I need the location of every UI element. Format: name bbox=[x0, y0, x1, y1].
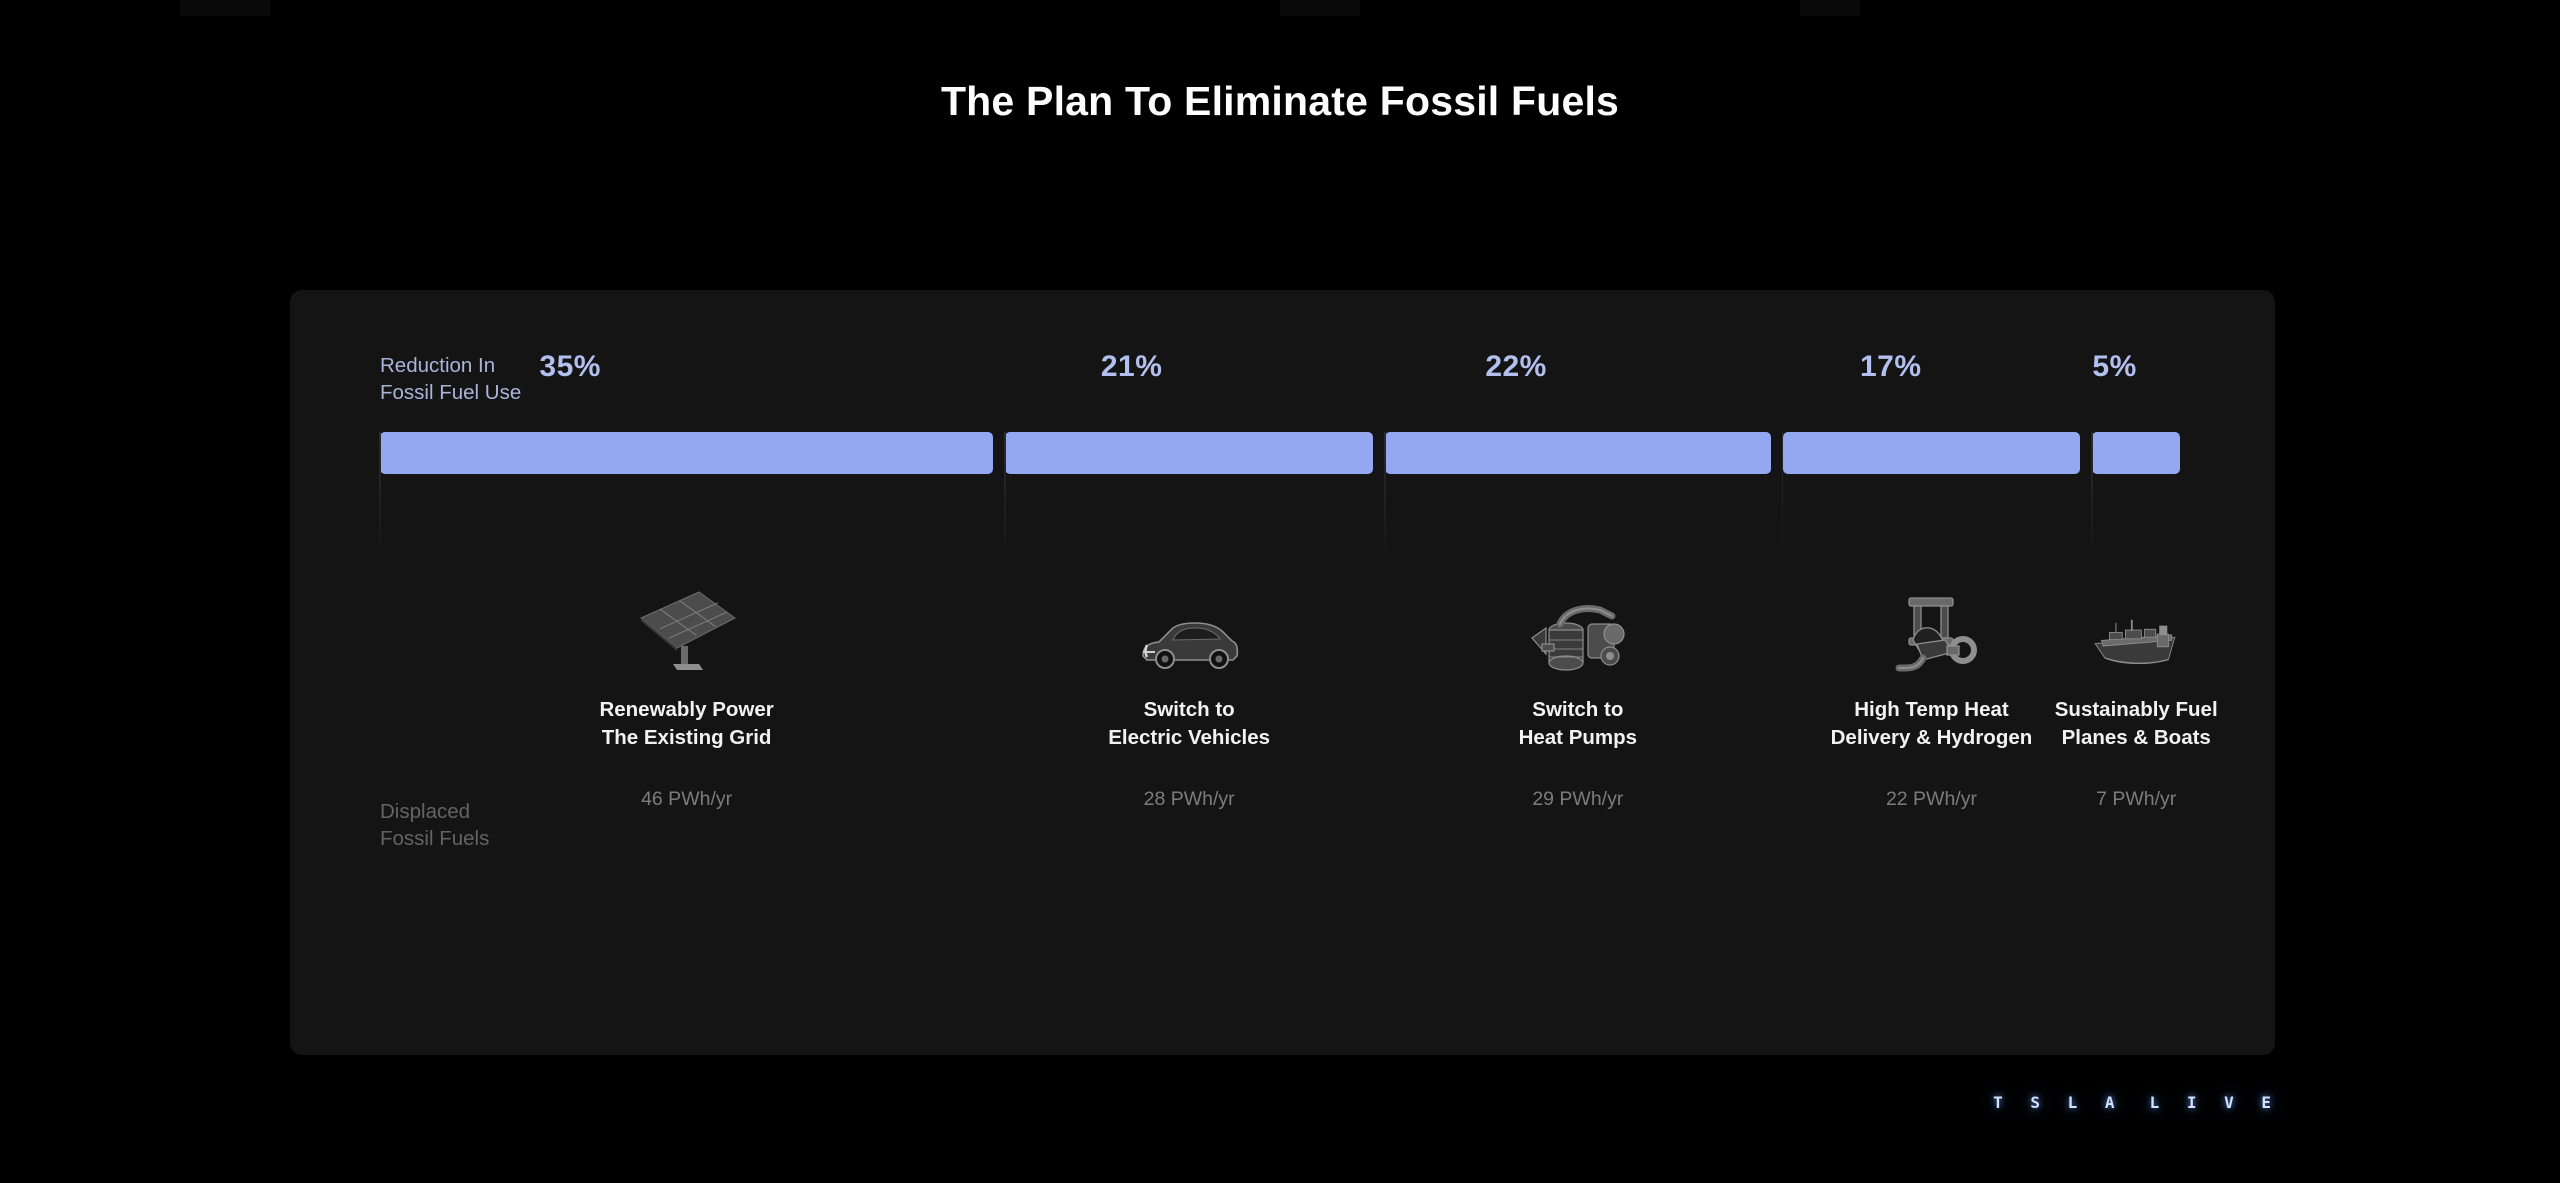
frame-artifact bbox=[180, 0, 270, 16]
tsla-wordmark: T S L A bbox=[1993, 1093, 2124, 1112]
segment-tick bbox=[379, 432, 381, 557]
segment-percent-label: 22% bbox=[1485, 350, 1547, 383]
page-title: The Plan To Eliminate Fossil Fuels bbox=[940, 78, 1620, 124]
solar-panel-icon bbox=[380, 578, 993, 674]
segment-tick bbox=[1384, 432, 1386, 557]
chart-segment: 17% High Temp Heat Delivery & Hydrogen 22… bbox=[1782, 290, 2081, 1055]
segment-energy-value: 7 PWh/yr bbox=[2096, 788, 2177, 810]
bar-chart-area: 35% Renewably Power The Existing Grid 46 … bbox=[379, 290, 2218, 1055]
chart-segment: 35% Renewably Power The Existing Grid 46 … bbox=[380, 290, 994, 1055]
segment-caption: Sustainably Fuel Planes & Boats bbox=[2054, 698, 2218, 749]
frame-artifact bbox=[1280, 0, 1360, 16]
chart-segment: 22% Switch to Heat Pumps 29 PWh/yr bbox=[1385, 290, 1771, 1055]
segment-bar bbox=[1782, 432, 2081, 474]
chart-segment: 21% Switch to Electric Vehicles 28 PWh/yr bbox=[1005, 290, 1374, 1055]
segment-caption: Renewably Power The Existing Grid bbox=[599, 698, 774, 749]
segment-bar bbox=[1385, 432, 1771, 474]
frame-artifact bbox=[1800, 0, 1860, 16]
segment-percent-label: 35% bbox=[539, 350, 601, 383]
chart-panel: Reduction In Fossil Fuel Use Displaced F… bbox=[290, 290, 2275, 1055]
segment-bar bbox=[1005, 432, 1374, 474]
cargo-ship-icon bbox=[2092, 578, 2180, 674]
segment-energy-value: 28 PWh/yr bbox=[1143, 788, 1235, 810]
segment-caption: Switch to Electric Vehicles bbox=[1108, 698, 1271, 749]
industrial-furnace-icon bbox=[1783, 578, 2081, 674]
electric-car-icon bbox=[1005, 578, 1373, 674]
segment-tick bbox=[1004, 432, 1006, 557]
segment-energy-value: 46 PWh/yr bbox=[641, 788, 733, 810]
segment-percent-label: 17% bbox=[1859, 350, 1922, 383]
segment-tick bbox=[1781, 432, 1784, 557]
chart-segment: 5% Sustainably Fuel Planes & Boats 7 PWh/… bbox=[2055, 290, 2218, 1055]
tsla-live-watermark: T S L A L I V E bbox=[1993, 1093, 2280, 1112]
segment-energy-value: 29 PWh/yr bbox=[1532, 788, 1624, 810]
segment-caption: Switch to Heat Pumps bbox=[1518, 698, 1638, 749]
segment-percent-label: 5% bbox=[2092, 350, 2137, 383]
segment-bar bbox=[380, 432, 994, 474]
segment-percent-label: 21% bbox=[1100, 350, 1163, 383]
heat-pump-icon bbox=[1385, 578, 1770, 674]
segment-bar bbox=[2092, 432, 2180, 474]
segment-tick bbox=[2091, 432, 2093, 557]
live-wordmark: L I V E bbox=[2149, 1093, 2280, 1112]
